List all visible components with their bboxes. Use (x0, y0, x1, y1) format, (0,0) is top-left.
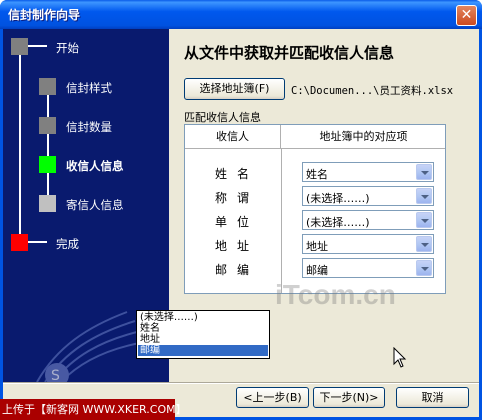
step-marker-recipient (39, 156, 56, 173)
wizard-body: 开始 信封样式 信封数量 收信人信息 寄信人信息 完成 S 从文件中获取并匹配收… (3, 29, 479, 417)
combo-value: 姓名 (306, 168, 328, 181)
combo-value: 地址 (306, 240, 328, 253)
window-title: 信封制作向导 (8, 8, 81, 22)
chevron-down-icon[interactable] (416, 212, 432, 228)
row-label-address: 地址 (214, 239, 259, 253)
next-button[interactable]: 下一步(N)> (313, 387, 385, 408)
dropdown-option[interactable]: 地址 (138, 334, 268, 345)
column-header-address-field: 地址簿中的对应项 (319, 130, 408, 143)
postcode-field-combo[interactable]: 邮编 (302, 258, 434, 278)
step-label-recipient: 收信人信息 (66, 159, 124, 173)
step-marker-sender (39, 195, 56, 212)
step-marker-start (11, 38, 28, 55)
wizard-window: 信封制作向导 ✕ 开始 信封样式 信封数量 收信人信息 寄信人信息 完成 S 从… (0, 0, 482, 420)
row-label-title: 称谓 (214, 191, 259, 205)
title-bar[interactable]: 信封制作向导 ✕ (0, 0, 482, 29)
row-label-postcode: 邮编 (214, 263, 259, 277)
close-button[interactable]: ✕ (456, 5, 477, 26)
chevron-down-icon[interactable] (416, 188, 432, 204)
footer-separator (3, 382, 479, 384)
chevron-down-icon[interactable] (416, 260, 432, 276)
step-marker-finish (11, 234, 28, 251)
column-divider (281, 149, 282, 293)
mouse-pointer-icon (393, 347, 407, 368)
svg-text:S: S (51, 368, 60, 382)
dropdown-option-selected[interactable]: 邮编 (138, 345, 268, 356)
step-label-envelope-count: 信封数量 (66, 120, 112, 134)
watermark-text: iTcom.cn (275, 279, 396, 310)
combo-value: (未选择……) (306, 216, 370, 229)
postcode-dropdown-list[interactable]: (未选择……) 姓名 地址 邮编 (136, 310, 270, 359)
company-field-combo[interactable]: (未选择……) (302, 210, 434, 230)
title-field-combo[interactable]: (未选择……) (302, 186, 434, 206)
file-path: C:\Documen...\员工资料.xlsx (291, 85, 454, 97)
back-button[interactable]: <上一步(B) (236, 387, 309, 408)
step-marker-envelope-count (39, 117, 56, 134)
grid-header: 收信人 地址簿中的对应项 (185, 125, 445, 149)
group-label: 匹配收信人信息 (184, 111, 261, 124)
step-connector-line (19, 45, 21, 241)
cancel-button[interactable]: 取消 (396, 387, 469, 408)
page-title: 从文件中获取并匹配收信人信息 (184, 44, 395, 62)
row-label-company: 单位 (214, 215, 259, 229)
address-field-combo[interactable]: 地址 (302, 234, 434, 254)
step-label-finish: 完成 (56, 237, 79, 251)
step-label-sender: 寄信人信息 (66, 198, 124, 212)
column-header-recipient: 收信人 (185, 125, 281, 149)
select-address-book-button[interactable]: 选择地址簿(F) (184, 78, 285, 100)
chevron-down-icon[interactable] (416, 164, 432, 180)
step-label-start: 开始 (56, 41, 79, 55)
step-connector-line (47, 79, 49, 201)
step-label-envelope-style: 信封样式 (66, 81, 112, 95)
name-field-combo[interactable]: 姓名 (302, 162, 434, 182)
step-marker-envelope-style (39, 78, 56, 95)
watermark-banner-text: 上传于【新客网 WWW.XKER.COM】 (2, 403, 187, 416)
row-label-name: 姓名 (214, 167, 259, 181)
dropdown-option[interactable]: (未选择……) (138, 312, 268, 323)
combo-value: 邮编 (306, 264, 328, 277)
chevron-down-icon[interactable] (416, 236, 432, 252)
mapping-grid: 收信人 地址簿中的对应项 姓名 姓名 称谓 (未选择……) 单位 (未选择……) (184, 124, 446, 294)
dropdown-option[interactable]: 姓名 (138, 323, 268, 334)
combo-value: (未选择……) (306, 192, 370, 205)
